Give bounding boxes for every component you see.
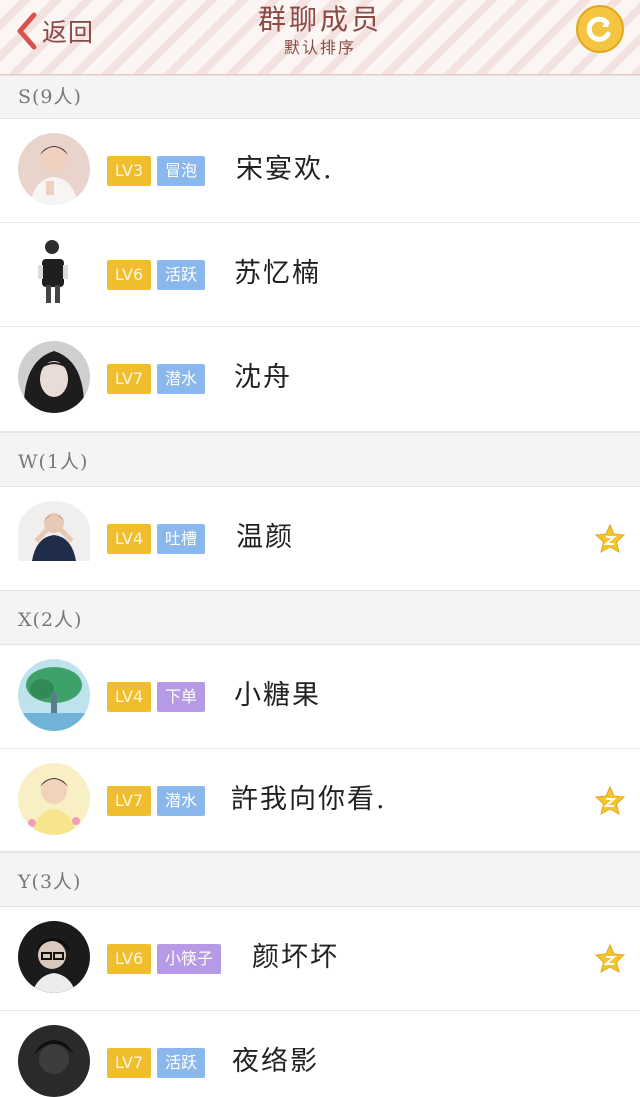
star-icon	[594, 523, 626, 553]
member-row[interactable]: LV7 活跃 夜络影	[0, 1011, 640, 1097]
sort-mode-subtitle[interactable]: 默认排序	[0, 38, 640, 58]
refresh-button[interactable]	[576, 5, 624, 53]
level-badge: LV7	[107, 786, 151, 816]
member-name: 温颜	[236, 522, 294, 553]
member-row[interactable]: LV7 潜水 許我向你看.	[0, 749, 640, 852]
role-badge: 小筷子	[157, 944, 222, 974]
level-badge: LV6	[107, 944, 151, 974]
section-label: Y(3人)	[18, 871, 82, 893]
section-label: W(1人)	[18, 451, 89, 473]
member-name: 宋宴欢.	[236, 154, 334, 185]
member-name: 苏忆楠	[234, 258, 321, 289]
level-badge: LV4	[107, 682, 151, 712]
member-name: 沈舟	[234, 362, 292, 393]
refresh-icon	[586, 16, 611, 42]
level-badge: LV3	[107, 156, 151, 186]
level-badge: LV4	[107, 524, 151, 554]
title-block: 群聊成员 默认排序	[0, 2, 640, 58]
member-name: 小糖果	[234, 680, 321, 711]
member-row[interactable]: LV3 冒泡 宋宴欢.	[0, 119, 640, 223]
avatar[interactable]	[18, 237, 90, 309]
member-row[interactable]: LV7 潜水 沈舟	[0, 327, 640, 432]
section-header-s: S(9人)	[0, 75, 640, 119]
app-header: 返回 群聊成员 默认排序	[0, 0, 640, 75]
avatar[interactable]	[18, 659, 90, 731]
role-badge: 潜水	[157, 364, 206, 394]
avatar[interactable]	[18, 341, 90, 413]
member-row[interactable]: LV6 活跃 苏忆楠	[0, 223, 640, 327]
role-badge: 下单	[157, 682, 206, 712]
level-badge: LV7	[107, 364, 151, 394]
member-name: 颜坏坏	[252, 942, 339, 973]
section-header-x: X(2人)	[0, 590, 640, 645]
role-badge: 活跃	[157, 1048, 206, 1078]
level-badge: LV7	[107, 1048, 151, 1078]
star-icon	[594, 785, 626, 815]
level-badge: LV6	[107, 260, 151, 290]
member-name: 夜络影	[232, 1046, 319, 1077]
member-row[interactable]: LV4 吐槽 温颜	[0, 487, 640, 591]
avatar[interactable]	[18, 1025, 90, 1097]
member-name: 許我向你看.	[231, 784, 387, 815]
member-row[interactable]: LV6 小筷子 颜坏坏	[0, 907, 640, 1011]
avatar[interactable]	[18, 763, 90, 835]
role-badge: 潜水	[157, 786, 206, 816]
member-row[interactable]: LV4 下单 小糖果	[0, 645, 640, 749]
section-header-w: W(1人)	[0, 432, 640, 487]
avatar[interactable]	[18, 921, 90, 993]
page-title: 群聊成员	[257, 3, 382, 36]
section-label: S(9人)	[18, 86, 82, 108]
section-header-y: Y(3人)	[0, 852, 640, 907]
star-icon	[594, 943, 626, 973]
section-label: X(2人)	[18, 609, 83, 631]
role-badge: 活跃	[157, 260, 206, 290]
role-badge: 吐槽	[157, 524, 206, 554]
avatar[interactable]	[18, 133, 90, 205]
avatar[interactable]	[18, 501, 90, 561]
role-badge: 冒泡	[157, 156, 206, 186]
